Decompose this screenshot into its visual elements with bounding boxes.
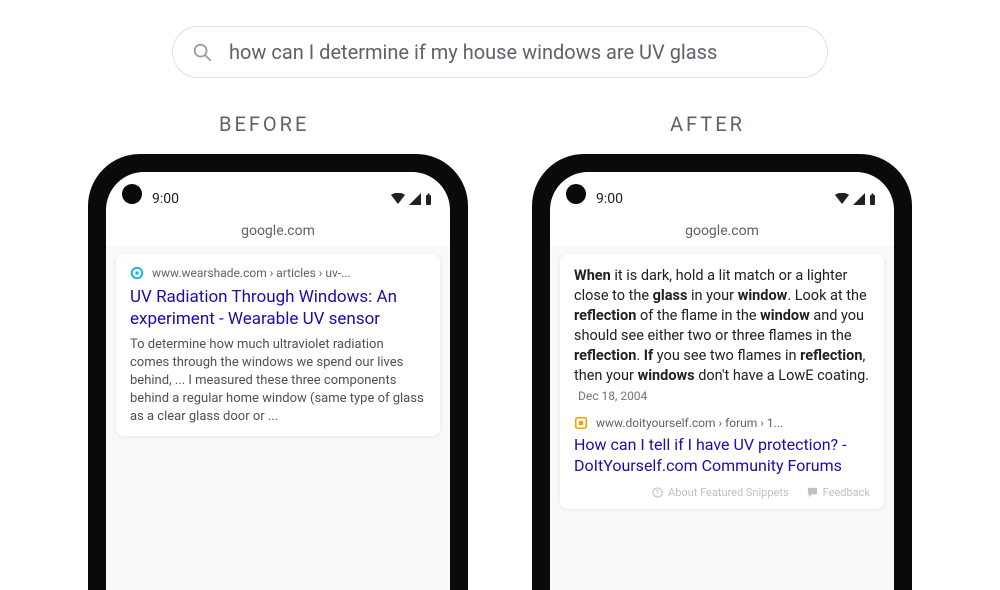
favicon-icon	[130, 266, 144, 280]
featured-snippet-text: When it is dark, hold a lit match or a l…	[574, 266, 870, 406]
status-bar: 9:00	[106, 172, 450, 216]
status-bar: 9:00	[550, 172, 894, 216]
search-bar[interactable]: how can I determine if my house windows …	[172, 26, 828, 78]
camera-cutout-icon	[566, 184, 586, 204]
phone-frame: 9:00 google	[88, 154, 468, 590]
phone-screen: 9:00 google	[106, 172, 450, 590]
feedback-icon	[807, 487, 818, 498]
about-featured-snippets-link[interactable]: ? About Featured Snippets	[652, 486, 789, 499]
search-results: When it is dark, hold a lit match or a l…	[550, 246, 894, 590]
about-text: About Featured Snippets	[668, 486, 789, 499]
address-bar[interactable]: google.com	[106, 216, 450, 246]
favicon-icon	[574, 416, 588, 430]
feedback-link[interactable]: Feedback	[807, 486, 870, 499]
wifi-icon	[835, 193, 849, 205]
clock-text: 9:00	[596, 191, 623, 207]
result-card[interactable]: www.wearshade.com › articles › uv-... UV…	[116, 254, 440, 436]
battery-icon	[869, 193, 876, 205]
address-bar[interactable]: google.com	[550, 216, 894, 246]
phone-after: 9:00 google	[532, 154, 912, 590]
featured-snippet-card[interactable]: When it is dark, hold a lit match or a l…	[560, 254, 884, 509]
breadcrumb: www.wearshade.com › articles › uv-...	[130, 266, 426, 280]
svg-text:?: ?	[656, 488, 660, 497]
feedback-text: Feedback	[823, 486, 870, 499]
before-label: BEFORE	[219, 112, 309, 136]
search-icon	[191, 41, 213, 63]
phone-screen: 9:00 google	[550, 172, 894, 590]
breadcrumb-text: www.wearshade.com › articles › uv-...	[152, 266, 351, 280]
signal-icon	[853, 193, 865, 205]
breadcrumb-text: www.doityourself.com › forum › 1...	[596, 416, 783, 430]
phone-before: 9:00 google	[88, 154, 468, 590]
help-icon: ?	[652, 487, 663, 498]
after-label: AFTER	[670, 112, 745, 136]
address-text: google.com	[241, 223, 315, 239]
battery-icon	[425, 193, 432, 205]
result-title-link[interactable]: UV Radiation Through Windows: An experim…	[130, 286, 426, 330]
featured-snippet-date: Dec 18, 2004	[578, 389, 647, 403]
signal-icon	[409, 193, 421, 205]
breadcrumb: www.doityourself.com › forum › 1...	[574, 416, 870, 430]
wifi-icon	[391, 193, 405, 205]
search-results: www.wearshade.com › articles › uv-... UV…	[106, 246, 450, 590]
address-text: google.com	[685, 223, 759, 239]
camera-cutout-icon	[122, 184, 142, 204]
phone-frame: 9:00 google	[532, 154, 912, 590]
result-title-link[interactable]: How can I tell if I have UV protection? …	[574, 434, 870, 476]
search-query-text: how can I determine if my house windows …	[229, 40, 717, 64]
clock-text: 9:00	[152, 191, 179, 207]
result-snippet: To determine how much ultraviolet radiat…	[130, 336, 426, 426]
